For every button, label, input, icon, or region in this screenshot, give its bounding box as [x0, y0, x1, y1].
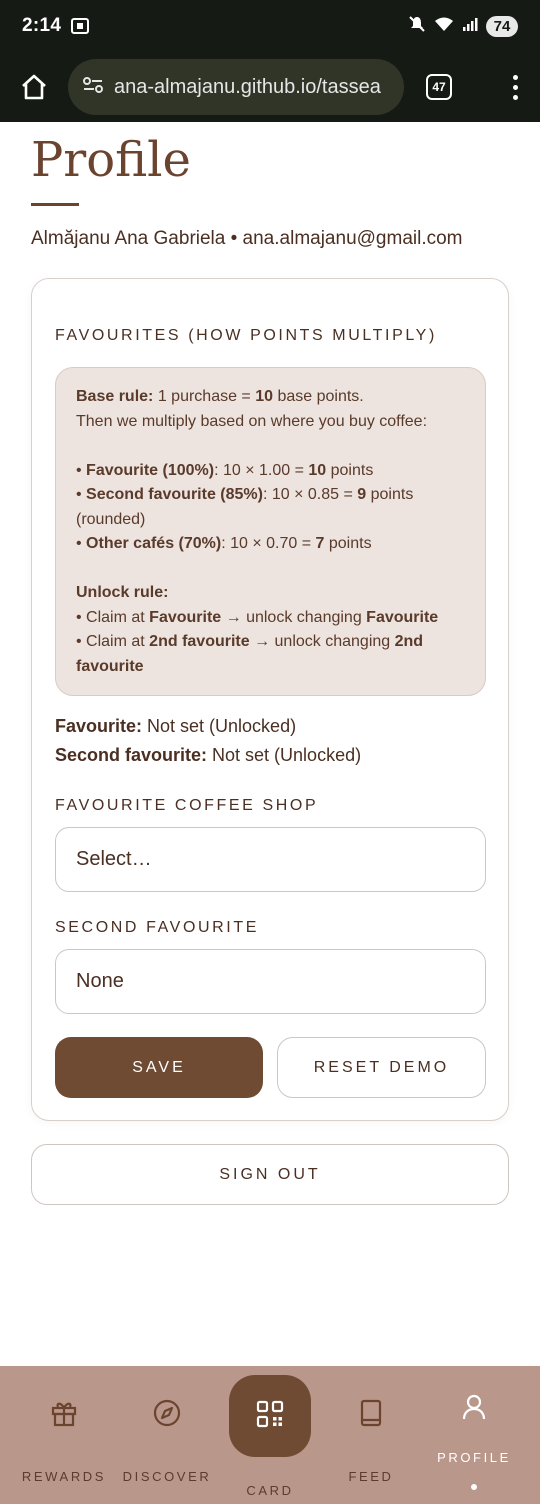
rule-favourite-label: Favourite (100%)	[86, 461, 215, 479]
second-favourite-label: SECOND FAVOURITE	[55, 919, 259, 936]
rule-other-label: Other cafés (70%)	[86, 535, 222, 552]
rule-favourite-points: 10	[308, 461, 327, 479]
nav-feed[interactable]: FEED	[321, 1366, 421, 1504]
base-rule-line: Base rule: 1 purchase = 10 base points.	[76, 385, 465, 410]
title-divider	[31, 203, 79, 206]
unlock-bold: 2nd favourite	[149, 633, 250, 650]
base-rule-label: Base rule:	[76, 388, 154, 405]
bottom-navigation: REWARDS DISCOVER CARD FEED PROFILE	[0, 1366, 540, 1504]
nav-card-label: CARD	[246, 1483, 294, 1498]
screen-record-icon	[71, 18, 90, 34]
bullet: •	[76, 461, 87, 479]
unlock-text: Claim at	[86, 633, 150, 650]
favourites-card: FAVOURITES (HOW POINTS MULTIPLY) Base ru…	[31, 278, 509, 1121]
nav-profile[interactable]: PROFILE	[424, 1366, 524, 1504]
second-favourite-select[interactable]: None	[55, 949, 486, 1014]
favourite-shop-label: FAVOURITE COFFEE SHOP	[55, 797, 319, 814]
rule-second-calc: : 10 × 0.85 =	[262, 486, 358, 503]
rule-favourite-calc: : 10 × 1.00 =	[214, 461, 309, 479]
base-rule-text-end: base points.	[273, 388, 364, 405]
battery-indicator: 74	[486, 15, 518, 37]
unlock-text: → unlock changing	[249, 633, 395, 650]
status-icons: 74	[408, 15, 518, 38]
rule-second-label: Second favourite (85%)	[86, 486, 263, 503]
unlock-rule-1: • Claim at Favourite → unlock changing F…	[76, 606, 465, 631]
bullet: •	[76, 633, 87, 650]
nav-feed-label: FEED	[348, 1469, 394, 1484]
rule-favourite-suffix: points	[326, 461, 374, 479]
nav-rewards-label: REWARDS	[21, 1469, 107, 1484]
gift-icon	[49, 1398, 79, 1433]
bullet: •	[76, 535, 87, 552]
status-time: 2:14	[22, 15, 62, 36]
url-text: ana-almajanu.github.io/tassea	[114, 75, 381, 98]
rule-other: • Other cafés (70%): 10 × 0.70 = 7 point…	[76, 532, 465, 557]
nav-discover[interactable]: DISCOVER	[117, 1366, 217, 1504]
mute-icon	[408, 15, 426, 38]
favourite-status-label: Favourite:	[55, 716, 143, 736]
second-status-value: Not set (Unlocked)	[207, 745, 362, 765]
favourite-status: Favourite: Not set (Unlocked)	[55, 716, 296, 737]
points-info-box: Base rule: 1 purchase = 10 base points. …	[55, 367, 486, 696]
base-rule-points: 10	[255, 388, 274, 405]
status-bar: 2:14 74	[0, 0, 540, 52]
unlock-rule-2: • Claim at 2nd favourite → unlock changi…	[76, 630, 465, 679]
nav-rewards[interactable]: REWARDS	[14, 1366, 114, 1504]
favourite-shop-select[interactable]: Select…	[55, 827, 486, 892]
rule-second-points: 9	[357, 486, 367, 503]
book-icon	[356, 1398, 386, 1433]
reset-demo-button[interactable]: RESET DEMO	[277, 1037, 486, 1098]
nav-discover-label: DISCOVER	[122, 1469, 212, 1484]
bullet: •	[76, 486, 87, 503]
signal-icon	[462, 16, 478, 37]
browser-toolbar: ana-almajanu.github.io/tassea 47	[0, 52, 540, 122]
user-info: Almăjanu Ana Gabriela • ana.almajanu@gma…	[31, 228, 463, 249]
unlock-text: → unlock changing	[221, 608, 367, 626]
address-bar[interactable]: ana-almajanu.github.io/tassea	[68, 59, 404, 115]
browser-menu-icon[interactable]	[513, 74, 518, 100]
second-status-label: Second favourite:	[55, 745, 208, 765]
home-icon[interactable]	[16, 69, 52, 105]
unlock-bold: Favourite	[149, 608, 222, 626]
active-indicator	[471, 1484, 477, 1490]
tab-switcher-button[interactable]: 47	[426, 74, 452, 100]
user-icon	[459, 1392, 489, 1427]
rule-other-calc: : 10 × 0.70 =	[221, 535, 316, 552]
qr-code-icon	[255, 1399, 285, 1434]
rule-second: • Second favourite (85%): 10 × 0.85 = 9 …	[76, 483, 465, 532]
wifi-icon	[434, 16, 454, 37]
unlock-bold: Favourite	[366, 608, 439, 626]
base-rule-text: 1 purchase =	[153, 388, 256, 405]
nav-profile-label: PROFILE	[437, 1450, 511, 1465]
favourite-status-value: Not set (Unlocked)	[142, 716, 297, 736]
second-favourite-status: Second favourite: Not set (Unlocked)	[55, 745, 361, 766]
card-qr-button[interactable]	[229, 1375, 311, 1457]
site-settings-icon[interactable]	[82, 75, 104, 100]
rule-favourite: • Favourite (100%): 10 × 1.00 = 10 point…	[76, 459, 465, 484]
page-title: Profile	[31, 132, 191, 188]
favourites-section-label: FAVOURITES (HOW POINTS MULTIPLY)	[55, 327, 437, 344]
save-button[interactable]: SAVE	[55, 1037, 263, 1098]
unlock-rule-heading: Unlock rule:	[76, 581, 465, 606]
sign-out-button[interactable]: SIGN OUT	[31, 1144, 509, 1205]
unlock-text: Claim at	[86, 608, 150, 626]
rule-other-suffix: points	[324, 535, 372, 552]
bullet: •	[76, 608, 87, 626]
multiply-intro: Then we multiply based on where you buy …	[76, 412, 428, 430]
unlock-rule-label: Unlock rule:	[76, 584, 169, 601]
compass-icon	[152, 1398, 182, 1433]
